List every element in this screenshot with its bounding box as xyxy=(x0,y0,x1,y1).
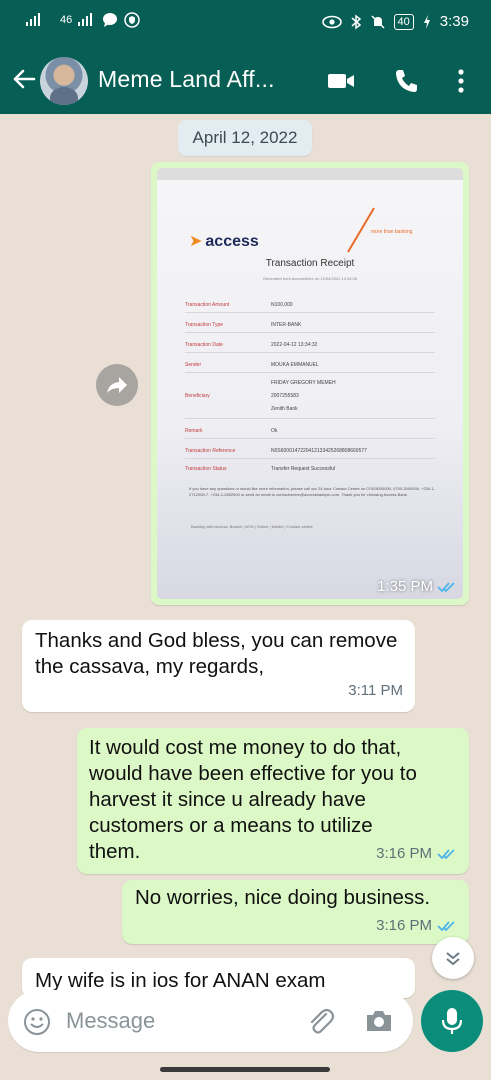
receipt-title: Transaction Receipt xyxy=(265,258,355,269)
divider xyxy=(185,352,435,353)
contact-name[interactable]: Meme Land Aff... xyxy=(98,66,275,93)
double-chevron-down-icon xyxy=(446,952,460,966)
signal-icon xyxy=(26,13,40,26)
date-divider: April 12, 2022 xyxy=(178,120,312,156)
charging-icon xyxy=(423,14,430,29)
voice-call-icon[interactable] xyxy=(392,66,422,96)
bank-tagline: more than banking xyxy=(371,229,413,235)
receipt-row: Beneficiary 2007255583 xyxy=(185,393,299,399)
forward-icon xyxy=(107,377,127,393)
image-message[interactable]: ➤ access more than banking Transaction Re… xyxy=(151,162,469,605)
read-ticks-icon xyxy=(437,581,455,592)
message-text: Thanks and God bless, you can remove the… xyxy=(35,629,398,678)
photo-edge xyxy=(157,168,463,180)
scroll-to-bottom-button[interactable] xyxy=(432,937,474,979)
message-outgoing[interactable]: It would cost me money to do that, would… xyxy=(77,728,469,874)
divider xyxy=(185,438,435,439)
battery-level: 40 xyxy=(393,13,414,30)
status-bar: 46 40 3:39 xyxy=(0,0,491,48)
system-nav-bar xyxy=(0,1058,491,1080)
receipt-row: FRIDAY GREGORY MEMEH xyxy=(271,380,336,386)
forward-button[interactable] xyxy=(96,364,138,406)
receipt-image[interactable]: ➤ access more than banking Transaction Re… xyxy=(157,168,463,599)
more-vertical-icon[interactable] xyxy=(446,66,476,96)
mic-icon xyxy=(441,1008,463,1034)
message-text: No worries, nice doing business. xyxy=(135,886,431,909)
message-time: 1:35 PM xyxy=(377,578,433,595)
status-left: 46 xyxy=(26,12,140,28)
bluetooth-icon xyxy=(351,14,361,29)
clock: 3:39 xyxy=(439,13,469,30)
back-arrow-icon[interactable] xyxy=(10,64,38,94)
attach-icon[interactable] xyxy=(304,1004,338,1038)
receipt-subtitle: Generated from AccessMore on 12/04/2022 … xyxy=(262,276,358,281)
receipt-row: Transaction Amount N100,000 xyxy=(185,302,293,308)
chat-bubble-icon xyxy=(103,13,118,27)
message-input[interactable]: Message xyxy=(66,1008,155,1034)
message-incoming[interactable]: Thanks and God bless, you can remove the… xyxy=(22,620,415,712)
divider xyxy=(185,332,435,333)
camera-icon[interactable] xyxy=(364,1007,394,1035)
message-outgoing[interactable]: No worries, nice doing business. 3:16 PM xyxy=(122,880,469,944)
receipt-row: Transaction Status Transfer Request Succe… xyxy=(185,466,336,472)
read-ticks-icon xyxy=(437,849,455,860)
emoji-icon[interactable] xyxy=(22,1007,52,1037)
receipt-row: Transaction Date 2022-04-12 13:34:32 xyxy=(185,342,318,348)
signal-icon-2 xyxy=(78,13,93,26)
message-time: 3:11 PM xyxy=(348,682,403,699)
bank-logo: ➤ access xyxy=(189,233,259,250)
bell-muted-icon xyxy=(371,14,385,29)
receipt-note: If you have any questions or would like … xyxy=(189,486,436,497)
receipt-row: Remark Ok xyxy=(185,428,278,434)
receipt-footer: Banking with Access: Branch | ATM | Onli… xyxy=(191,524,313,529)
avatar[interactable] xyxy=(40,57,88,105)
eye-icon xyxy=(321,15,342,28)
receipt-row: Sender MOUKA EMMANUEL xyxy=(185,362,319,368)
message-text: It would cost me money to do that, would… xyxy=(89,736,417,863)
divider xyxy=(185,458,435,459)
voice-message-button[interactable] xyxy=(421,990,483,1052)
message-time: 3:16 PM xyxy=(376,845,432,862)
divider xyxy=(185,418,435,419)
message-time: 3:16 PM xyxy=(376,917,432,934)
home-indicator[interactable] xyxy=(160,1067,330,1072)
message-meta: 3:16 PM xyxy=(376,913,457,939)
receipt-row: Zenith Bank xyxy=(271,406,298,412)
read-ticks-icon xyxy=(437,921,455,932)
message-composer[interactable]: Message xyxy=(8,990,413,1052)
divider xyxy=(185,372,435,373)
divider xyxy=(185,312,435,313)
screen: { "status_bar": { "signal_left": "46", "… xyxy=(0,0,491,1080)
status-right: 40 3:39 xyxy=(321,13,469,30)
message-meta: 3:16 PM xyxy=(376,841,457,867)
video-call-icon[interactable] xyxy=(326,66,356,96)
message-meta: 1:35 PM xyxy=(377,578,457,595)
message-meta: 3:11 PM xyxy=(348,678,403,704)
receipt-row: Transaction Type INTER-BANK xyxy=(185,322,302,328)
receipt-row: Transaction Reference N0S6000147220412133… xyxy=(185,448,367,454)
network-type: 46 xyxy=(60,14,73,26)
chat-header: Meme Land Aff... xyxy=(0,48,491,114)
shield-icon xyxy=(124,12,140,28)
